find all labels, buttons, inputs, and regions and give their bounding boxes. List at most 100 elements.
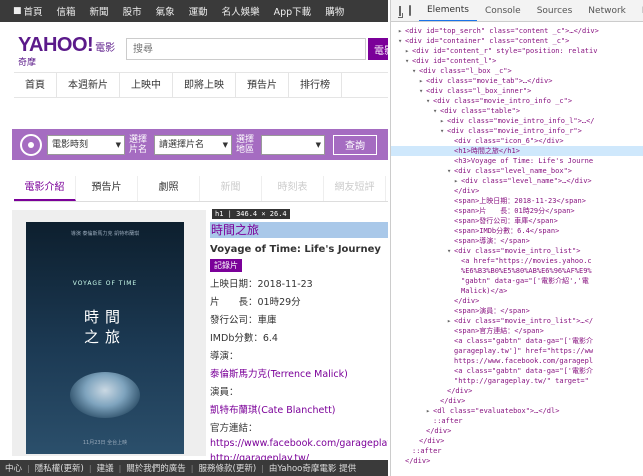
dom-node-line[interactable]: ▸ <div class="movie_tab">…</div>	[391, 76, 643, 86]
search-button[interactable]: 電影	[368, 38, 388, 60]
footer-link-privacy[interactable]: 隱私權(更新)	[30, 462, 89, 474]
main-nav-home[interactable]: 首頁	[14, 73, 57, 97]
dom-node-line[interactable]: </div>	[391, 426, 643, 436]
expanded-triangle-icon[interactable]: ▾	[398, 36, 405, 46]
devtools-tab-elements[interactable]: Elements	[419, 0, 477, 21]
collapsed-triangle-icon[interactable]: ▸	[426, 406, 433, 416]
footer-link-terms[interactable]: 服務條款(更新)	[194, 462, 262, 474]
footer-link-help[interactable]: 中心	[0, 462, 27, 474]
dom-node-line[interactable]: </div>	[391, 396, 643, 406]
dom-node-line[interactable]: ▾ <div id="container" class="content _c">	[391, 36, 643, 46]
top-nav-item-mail[interactable]: 信箱	[50, 4, 83, 18]
dom-node-line[interactable]: </div>	[391, 436, 643, 446]
dom-node-line[interactable]: <span>導演：</span>	[391, 236, 643, 246]
collapsed-triangle-icon[interactable]: ▸	[454, 176, 461, 186]
device-toggle-icon[interactable]	[409, 5, 411, 16]
dom-node-line[interactable]: </div>	[391, 296, 643, 306]
dom-node-line[interactable]: ▸ <div class="movie_intro_info_l">…</	[391, 116, 643, 126]
expanded-triangle-icon[interactable]: ▾	[447, 166, 454, 176]
top-nav-item-home[interactable]: ■ 首頁	[6, 4, 50, 18]
footer-link-about-ads[interactable]: 關於我們的廣告	[121, 462, 191, 474]
director-link[interactable]: 泰倫斯馬力克(Terrence Malick)	[210, 366, 388, 380]
dom-node-line[interactable]: <span>上映日期：2018-11-23</span>	[391, 196, 643, 206]
expanded-triangle-icon[interactable]: ▾	[405, 56, 412, 66]
dom-node-line[interactable]: <h3>Voyage of Time: Life's Journe	[391, 156, 643, 166]
inspect-element-icon[interactable]	[399, 5, 401, 16]
tab-trailer[interactable]: 預告片	[76, 176, 138, 201]
top-nav-item-stock[interactable]: 股市	[116, 4, 149, 18]
main-nav-coming-soon[interactable]: 即將上映	[173, 73, 236, 97]
dom-node-line[interactable]: <span>IMDb分數：6.4</span>	[391, 226, 643, 236]
expanded-triangle-icon[interactable]: ▾	[426, 96, 433, 106]
dom-node-line[interactable]: </div>	[391, 186, 643, 196]
devtools-tab-performance[interactable]: Perfo	[634, 1, 643, 21]
area-select[interactable]: ▼	[261, 134, 325, 155]
collapsed-triangle-icon[interactable]: ▸	[398, 26, 405, 36]
dom-node-line[interactable]: ▾ <div class="movie_intro_info _c">	[391, 96, 643, 106]
dom-node-line[interactable]: garageplay.tw']" href="https://ww	[391, 346, 643, 356]
movie-poster[interactable]: 導演 泰倫斯馬力克 凱特布蘭琪 VOYAGE OF TIME 時間 之旅 11月…	[26, 222, 184, 454]
search-input[interactable]	[126, 38, 366, 60]
dom-node-line[interactable]: <h1>時間之旅</h1>	[391, 146, 643, 156]
dom-node-line[interactable]: <a href="https://movies.yahoo.c	[391, 256, 643, 266]
main-nav-trailers[interactable]: 預告片	[236, 73, 289, 97]
expanded-triangle-icon[interactable]: ▾	[412, 66, 419, 76]
dom-node-line[interactable]: ▾ <div class="level_name_box">	[391, 166, 643, 176]
official-site-link-facebook[interactable]: https://www.facebook.com/garageplay.tw	[210, 438, 388, 449]
dom-node-line[interactable]: <a class="gabtn" data-ga="['電影介	[391, 366, 643, 376]
query-button[interactable]: 查詢	[333, 134, 377, 155]
top-nav-item-sports[interactable]: 運動	[182, 4, 215, 18]
tab-stills[interactable]: 劇照	[138, 176, 200, 201]
dom-node-line[interactable]: <a class="gabtn" data-ga="['電影介	[391, 336, 643, 346]
dom-node-line[interactable]: Malick)</a>	[391, 286, 643, 296]
dom-node-line[interactable]: ▸ <div id="top_serch" class="content _c">…	[391, 26, 643, 36]
dom-node-line[interactable]: ▾ <div class="movie_intro_info_r">	[391, 126, 643, 136]
dom-node-line[interactable]: ▸ <dl class="evaluatebox">…</dl>	[391, 406, 643, 416]
main-nav-rankings[interactable]: 排行榜	[289, 73, 342, 97]
top-nav-item-news[interactable]: 新聞	[83, 4, 116, 18]
devtools-tab-sources[interactable]: Sources	[529, 1, 581, 21]
devtools-tab-console[interactable]: Console	[477, 1, 529, 21]
tab-intro[interactable]: 電影介紹	[14, 176, 76, 201]
top-nav-item-weather[interactable]: 氣象	[149, 4, 182, 18]
footer-link-feedback[interactable]: 建議	[92, 462, 119, 474]
cast-link[interactable]: 凱特布蘭琪(Cate Blanchett)	[210, 402, 388, 416]
devtools-tab-network[interactable]: Network	[580, 1, 634, 21]
dom-node-line[interactable]: <span>發行公司：車庫</span>	[391, 216, 643, 226]
collapsed-triangle-icon[interactable]: ▸	[405, 46, 412, 56]
expanded-triangle-icon[interactable]: ▾	[419, 86, 426, 96]
tab-news[interactable]: 新聞	[200, 176, 262, 201]
dom-node-line[interactable]: </div>	[391, 386, 643, 396]
dom-node-line[interactable]: "gabtn" data-ga="['電影介紹','電	[391, 276, 643, 286]
expanded-triangle-icon[interactable]: ▾	[440, 126, 447, 136]
dom-node-line[interactable]: ::after	[391, 416, 643, 426]
dom-node-line[interactable]: <span>片 長：01時29分</span>	[391, 206, 643, 216]
main-nav-new-this-week[interactable]: 本週新片	[57, 73, 120, 97]
collapsed-triangle-icon[interactable]: ▸	[440, 116, 447, 126]
dom-node-line[interactable]: ::after	[391, 446, 643, 456]
dom-node-line[interactable]: ▾ <div id="content_l">	[391, 56, 643, 66]
yahoo-movies-logo[interactable]: YAHOO! 電影 奇摩	[18, 34, 115, 68]
dom-node-line[interactable]: ▾ <div class="l_box_inner">	[391, 86, 643, 96]
dom-node-line[interactable]: <span>官方連結：</span>	[391, 326, 643, 336]
dom-node-line[interactable]: ▾ <div class="movie_intro_list">	[391, 246, 643, 256]
expanded-triangle-icon[interactable]: ▾	[447, 246, 454, 256]
dom-node-line[interactable]: ▾ <div class="l_box _c">	[391, 66, 643, 76]
tab-reviews[interactable]: 網友短評	[324, 176, 386, 201]
dom-node-line[interactable]: <div class="icon_6"></div>	[391, 136, 643, 146]
showtime-select[interactable]: 電影時刻 ▼	[47, 134, 125, 155]
dom-node-line[interactable]: %E6%B3%B0%E5%80%AB%E6%96%AF%E9%	[391, 266, 643, 276]
top-nav-item-shopping[interactable]: 購物	[318, 4, 351, 18]
tab-showtimes[interactable]: 時刻表	[262, 176, 324, 201]
dom-node-line[interactable]: <span>演員：</span>	[391, 306, 643, 316]
dom-node-line[interactable]: https://www.facebook.com/garagepl	[391, 356, 643, 366]
top-nav-item-app[interactable]: App下載	[267, 4, 319, 18]
main-nav-now-showing[interactable]: 上映中	[120, 73, 173, 97]
collapsed-triangle-icon[interactable]: ▸	[447, 316, 454, 326]
expanded-triangle-icon[interactable]: ▾	[433, 106, 440, 116]
top-nav-item-celebrity[interactable]: 名人娛樂	[215, 4, 267, 18]
dom-node-line[interactable]: ▸ <div id="content_r" style="position: re…	[391, 46, 643, 56]
dom-node-line[interactable]: </div>	[391, 456, 643, 466]
dom-node-line[interactable]: ▸ <div class="level_name">…</div>	[391, 176, 643, 186]
collapsed-triangle-icon[interactable]: ▸	[419, 76, 426, 86]
